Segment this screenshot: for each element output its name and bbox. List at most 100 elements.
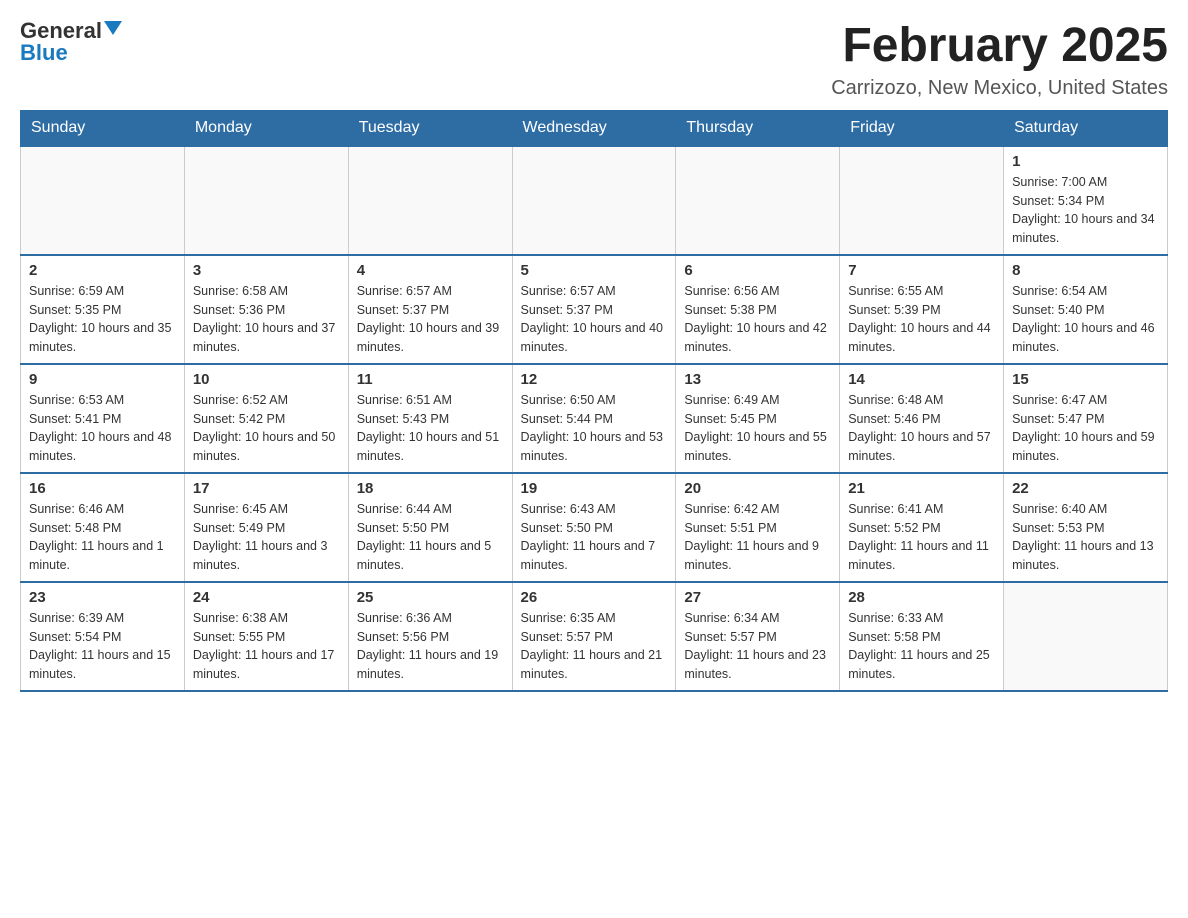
day-number: 13	[684, 371, 831, 388]
title-block: February 2025 Carrizozo, New Mexico, Uni…	[831, 20, 1168, 100]
location: Carrizozo, New Mexico, United States	[831, 77, 1168, 100]
calendar-header-thursday: Thursday	[676, 110, 840, 146]
calendar-cell: 28 Sunrise: 6:33 AM Sunset: 5:58 PM Dayli…	[840, 582, 1004, 691]
logo: General Blue	[20, 20, 122, 64]
day-info: Sunrise: 6:38 AM Sunset: 5:55 PM Dayligh…	[193, 609, 340, 684]
day-number: 20	[684, 480, 831, 497]
day-info: Sunrise: 6:45 AM Sunset: 5:49 PM Dayligh…	[193, 500, 340, 575]
day-info: Sunrise: 6:44 AM Sunset: 5:50 PM Dayligh…	[357, 500, 504, 575]
calendar-week-1: 1 Sunrise: 7:00 AM Sunset: 5:34 PM Daylig…	[21, 146, 1168, 255]
day-number: 27	[684, 589, 831, 606]
month-title: February 2025	[831, 20, 1168, 73]
calendar-cell: 24 Sunrise: 6:38 AM Sunset: 5:55 PM Dayli…	[184, 582, 348, 691]
day-number: 5	[521, 262, 668, 279]
day-number: 17	[193, 480, 340, 497]
calendar-cell: 12 Sunrise: 6:50 AM Sunset: 5:44 PM Dayli…	[512, 364, 676, 473]
day-info: Sunrise: 6:40 AM Sunset: 5:53 PM Dayligh…	[1012, 500, 1159, 575]
day-info: Sunrise: 6:33 AM Sunset: 5:58 PM Dayligh…	[848, 609, 995, 684]
calendar-header-wednesday: Wednesday	[512, 110, 676, 146]
day-info: Sunrise: 7:00 AM Sunset: 5:34 PM Dayligh…	[1012, 173, 1159, 248]
day-number: 12	[521, 371, 668, 388]
calendar-cell	[676, 146, 840, 255]
calendar-cell: 15Sunrise: 6:47 AM Sunset: 5:47 PM Dayli…	[1004, 364, 1168, 473]
day-info: Sunrise: 6:39 AM Sunset: 5:54 PM Dayligh…	[29, 609, 176, 684]
day-info: Sunrise: 6:50 AM Sunset: 5:44 PM Dayligh…	[521, 391, 668, 466]
day-info: Sunrise: 6:34 AM Sunset: 5:57 PM Dayligh…	[684, 609, 831, 684]
calendar-header-sunday: Sunday	[21, 110, 185, 146]
calendar-cell: 19Sunrise: 6:43 AM Sunset: 5:50 PM Dayli…	[512, 473, 676, 582]
day-info: Sunrise: 6:35 AM Sunset: 5:57 PM Dayligh…	[521, 609, 668, 684]
calendar-cell: 26 Sunrise: 6:35 AM Sunset: 5:57 PM Dayli…	[512, 582, 676, 691]
calendar-cell: 27 Sunrise: 6:34 AM Sunset: 5:57 PM Dayli…	[676, 582, 840, 691]
day-number: 1	[1012, 153, 1159, 170]
calendar-cell	[1004, 582, 1168, 691]
day-number: 24	[193, 589, 340, 606]
day-number: 6	[684, 262, 831, 279]
calendar-week-2: 2 Sunrise: 6:59 AM Sunset: 5:35 PM Daylig…	[21, 255, 1168, 364]
day-number: 18	[357, 480, 504, 497]
day-info: Sunrise: 6:55 AM Sunset: 5:39 PM Dayligh…	[848, 282, 995, 357]
day-info: Sunrise: 6:53 AM Sunset: 5:41 PM Dayligh…	[29, 391, 176, 466]
calendar-cell: 9 Sunrise: 6:53 AM Sunset: 5:41 PM Daylig…	[21, 364, 185, 473]
day-number: 23	[29, 589, 176, 606]
day-number: 25	[357, 589, 504, 606]
logo-general-text: General	[20, 20, 102, 42]
day-info: Sunrise: 6:52 AM Sunset: 5:42 PM Dayligh…	[193, 391, 340, 466]
day-number: 16	[29, 480, 176, 497]
calendar-cell: 17 Sunrise: 6:45 AM Sunset: 5:49 PM Dayli…	[184, 473, 348, 582]
calendar-cell: 5 Sunrise: 6:57 AM Sunset: 5:37 PM Daylig…	[512, 255, 676, 364]
day-number: 8	[1012, 262, 1159, 279]
calendar-cell: 10 Sunrise: 6:52 AM Sunset: 5:42 PM Dayli…	[184, 364, 348, 473]
calendar-cell	[512, 146, 676, 255]
calendar-header-tuesday: Tuesday	[348, 110, 512, 146]
day-number: 10	[193, 371, 340, 388]
calendar-cell: 16 Sunrise: 6:46 AM Sunset: 5:48 PM Dayli…	[21, 473, 185, 582]
day-number: 2	[29, 262, 176, 279]
calendar-table: SundayMondayTuesdayWednesdayThursdayFrid…	[20, 110, 1168, 692]
day-info: Sunrise: 6:54 AM Sunset: 5:40 PM Dayligh…	[1012, 282, 1159, 357]
day-info: Sunrise: 6:59 AM Sunset: 5:35 PM Dayligh…	[29, 282, 176, 357]
day-number: 28	[848, 589, 995, 606]
day-number: 26	[521, 589, 668, 606]
day-number: 22	[1012, 480, 1159, 497]
day-number: 11	[357, 371, 504, 388]
day-info: Sunrise: 6:57 AM Sunset: 5:37 PM Dayligh…	[357, 282, 504, 357]
calendar-cell: 11 Sunrise: 6:51 AM Sunset: 5:43 PM Dayli…	[348, 364, 512, 473]
day-number: 19	[521, 480, 668, 497]
calendar-cell: 13 Sunrise: 6:49 AM Sunset: 5:45 PM Dayli…	[676, 364, 840, 473]
page-header: General Blue February 2025 Carrizozo, Ne…	[20, 20, 1168, 100]
calendar-cell	[840, 146, 1004, 255]
calendar-header-monday: Monday	[184, 110, 348, 146]
calendar-cell: 14Sunrise: 6:48 AM Sunset: 5:46 PM Dayli…	[840, 364, 1004, 473]
calendar-cell	[184, 146, 348, 255]
logo-triangle-icon	[104, 21, 122, 35]
day-info: Sunrise: 6:57 AM Sunset: 5:37 PM Dayligh…	[521, 282, 668, 357]
calendar-cell: 7Sunrise: 6:55 AM Sunset: 5:39 PM Daylig…	[840, 255, 1004, 364]
day-info: Sunrise: 6:49 AM Sunset: 5:45 PM Dayligh…	[684, 391, 831, 466]
day-number: 15	[1012, 371, 1159, 388]
calendar-header-row: SundayMondayTuesdayWednesdayThursdayFrid…	[21, 110, 1168, 146]
day-info: Sunrise: 6:42 AM Sunset: 5:51 PM Dayligh…	[684, 500, 831, 575]
calendar-cell: 22 Sunrise: 6:40 AM Sunset: 5:53 PM Dayli…	[1004, 473, 1168, 582]
calendar-cell: 1 Sunrise: 7:00 AM Sunset: 5:34 PM Daylig…	[1004, 146, 1168, 255]
day-info: Sunrise: 6:51 AM Sunset: 5:43 PM Dayligh…	[357, 391, 504, 466]
calendar-cell: 2 Sunrise: 6:59 AM Sunset: 5:35 PM Daylig…	[21, 255, 185, 364]
day-info: Sunrise: 6:36 AM Sunset: 5:56 PM Dayligh…	[357, 609, 504, 684]
calendar-week-5: 23 Sunrise: 6:39 AM Sunset: 5:54 PM Dayli…	[21, 582, 1168, 691]
day-number: 9	[29, 371, 176, 388]
calendar-cell: 3Sunrise: 6:58 AM Sunset: 5:36 PM Daylig…	[184, 255, 348, 364]
calendar-header-saturday: Saturday	[1004, 110, 1168, 146]
calendar-week-4: 16 Sunrise: 6:46 AM Sunset: 5:48 PM Dayli…	[21, 473, 1168, 582]
calendar-cell: 25 Sunrise: 6:36 AM Sunset: 5:56 PM Dayli…	[348, 582, 512, 691]
calendar-cell: 8 Sunrise: 6:54 AM Sunset: 5:40 PM Daylig…	[1004, 255, 1168, 364]
day-info: Sunrise: 6:48 AM Sunset: 5:46 PM Dayligh…	[848, 391, 995, 466]
day-info: Sunrise: 6:46 AM Sunset: 5:48 PM Dayligh…	[29, 500, 176, 575]
calendar-cell	[21, 146, 185, 255]
calendar-cell: 20 Sunrise: 6:42 AM Sunset: 5:51 PM Dayli…	[676, 473, 840, 582]
calendar-cell: 4Sunrise: 6:57 AM Sunset: 5:37 PM Daylig…	[348, 255, 512, 364]
logo-blue-text: Blue	[20, 42, 68, 64]
calendar-cell	[348, 146, 512, 255]
day-number: 3	[193, 262, 340, 279]
calendar-cell: 21Sunrise: 6:41 AM Sunset: 5:52 PM Dayli…	[840, 473, 1004, 582]
calendar-cell: 6Sunrise: 6:56 AM Sunset: 5:38 PM Daylig…	[676, 255, 840, 364]
